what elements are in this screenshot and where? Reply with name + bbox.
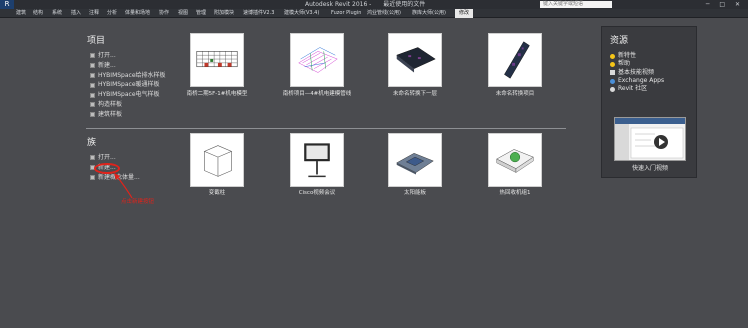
revit-community-link[interactable]: Revit 社区 — [610, 85, 664, 93]
folder-icon — [90, 155, 95, 161]
file-icon — [90, 102, 95, 108]
section-divider — [86, 128, 566, 129]
open-project-link[interactable]: 打开... — [90, 51, 166, 61]
project-caption-3[interactable]: 未命名转换下一层 — [370, 90, 460, 98]
video-preview-icon — [615, 118, 685, 160]
getting-started-video-thumbnail[interactable] — [614, 117, 686, 161]
projects-link-list: 打开... 新建... HYBIMSpace给排水样板 HYBIMSpace暖通… — [90, 51, 166, 120]
exchange-apps-link[interactable]: Exchange Apps — [610, 77, 664, 85]
community-icon — [610, 86, 615, 92]
project-caption-1[interactable]: 南桥二期5F-1#机电模型 — [172, 90, 262, 98]
tower-model-icon — [504, 41, 530, 79]
file-icon — [90, 72, 95, 78]
tab-subo-plugin[interactable]: 速博插件V2.3 — [243, 9, 274, 18]
window-controls[interactable]: ─ □ ✕ — [706, 0, 744, 9]
annotation-arrow-icon — [114, 173, 133, 199]
family-caption-4[interactable]: 热回收机组1 — [470, 189, 560, 197]
template-electrical-link[interactable]: HYBIMSpace电气样板 — [90, 90, 166, 100]
heat-recovery-unit-icon — [496, 149, 534, 173]
tab-insert[interactable]: 插入 — [71, 9, 81, 18]
file-icon — [90, 82, 95, 88]
column-box-icon — [203, 145, 233, 177]
folder-icon — [90, 53, 95, 59]
project-thumbnail-2[interactable] — [290, 33, 344, 87]
exchange-icon — [610, 78, 615, 84]
annotation-text: 点击新建按钮 — [121, 199, 155, 205]
tab-fuzor-plugin[interactable]: Fuzor Plugin — [331, 9, 361, 18]
tab-architecture[interactable]: 建筑 — [16, 9, 26, 18]
lightbulb-icon — [610, 53, 615, 59]
families-heading: 族 — [87, 138, 97, 148]
template-hvac-link[interactable]: HYBIMSpace暖通样板 — [90, 80, 166, 90]
video-conference-icon — [304, 143, 330, 178]
project-thumbnail-1[interactable] — [190, 33, 244, 87]
family-thumbnail-1[interactable] — [190, 133, 244, 187]
resources-panel: 资源 新特性 帮助 基本技能视频 Exchange Apps Revit 社区 … — [601, 26, 697, 178]
building-model-icon — [196, 51, 238, 68]
document-title: 最近使用的文件 — [383, 1, 426, 8]
project-caption-4[interactable]: 未命名转换项目 — [470, 90, 560, 98]
floor-plan-3d-icon — [396, 47, 436, 73]
tab-view[interactable]: 视图 — [178, 9, 188, 18]
title-bar: R Autodesk Revit 2016 - 最近使用的文件 键入关键字或短语… — [0, 0, 748, 9]
tab-modify[interactable]: 修改 — [455, 9, 474, 18]
tab-annotate[interactable]: 注释 — [89, 9, 99, 18]
family-thumbnail-2[interactable] — [290, 133, 344, 187]
template-construction-link[interactable]: 构造样板 — [90, 100, 166, 110]
file-icon — [90, 112, 95, 118]
tab-modeling-master[interactable]: 建模大师(V3.4) — [284, 9, 319, 18]
help-icon — [610, 61, 615, 67]
family-thumbnail-4[interactable] — [488, 133, 542, 187]
tab-structure[interactable]: 结构 — [33, 9, 43, 18]
resources-link-list: 新特性 帮助 基本技能视频 Exchange Apps Revit 社区 — [610, 52, 664, 93]
tab-massing-site[interactable]: 体量和场地 — [125, 9, 150, 18]
video-icon — [610, 70, 615, 76]
file-icon — [90, 63, 95, 69]
tab-add-ins[interactable]: 附加模块 — [214, 9, 234, 18]
search-input[interactable]: 键入关键字或短语 — [540, 1, 612, 8]
family-caption-1[interactable]: 变截柱 — [172, 189, 262, 197]
family-thumbnail-3[interactable] — [388, 133, 442, 187]
project-thumbnail-3[interactable] — [388, 33, 442, 87]
essential-skills-video-link[interactable]: 基本技能视频 — [610, 69, 664, 77]
tab-analyze[interactable]: 分析 — [107, 9, 117, 18]
template-plumbing-link[interactable]: HYBIMSpace给排水样板 — [90, 71, 166, 81]
getting-started-video-caption[interactable]: 快速入门视频 — [602, 163, 698, 172]
new-project-link[interactable]: 新建... — [90, 61, 166, 71]
tab-family-library[interactable]: 族库大师(公用) — [412, 9, 446, 18]
tab-systems[interactable]: 系统 — [52, 9, 62, 18]
file-icon — [90, 174, 95, 180]
ribbon-tabs: 建筑 结构 系统 插入 注释 分析 体量和场地 协作 视图 管理 附加模块 速博… — [0, 9, 748, 18]
family-caption-2[interactable]: Cisco视频会议 — [272, 189, 362, 197]
file-icon — [90, 92, 95, 98]
window-title: Autodesk Revit 2016 - 最近使用的文件 — [305, 0, 435, 9]
pipe-network-icon — [298, 47, 338, 73]
solar-panel-icon — [396, 152, 434, 175]
resources-heading: 资源 — [610, 36, 629, 46]
application-menu-button[interactable]: R — [0, 0, 14, 9]
tab-collaborate[interactable]: 协作 — [159, 9, 169, 18]
projects-heading: 项目 — [87, 36, 106, 46]
app-title: Autodesk Revit 2016 - — [305, 1, 372, 8]
help-link[interactable]: 帮助 — [610, 60, 664, 68]
family-caption-3[interactable]: 太阳能板 — [370, 189, 460, 197]
template-architectural-link[interactable]: 建筑样板 — [90, 110, 166, 120]
tab-hongye-pipeline[interactable]: 鸿业管线(公用) — [367, 9, 401, 18]
tab-manage[interactable]: 管理 — [196, 9, 206, 18]
open-family-link[interactable]: 打开... — [90, 153, 140, 163]
project-caption-2[interactable]: 南桥项目—4#机电建模管线 — [272, 90, 362, 98]
project-thumbnail-4[interactable] — [488, 33, 542, 87]
